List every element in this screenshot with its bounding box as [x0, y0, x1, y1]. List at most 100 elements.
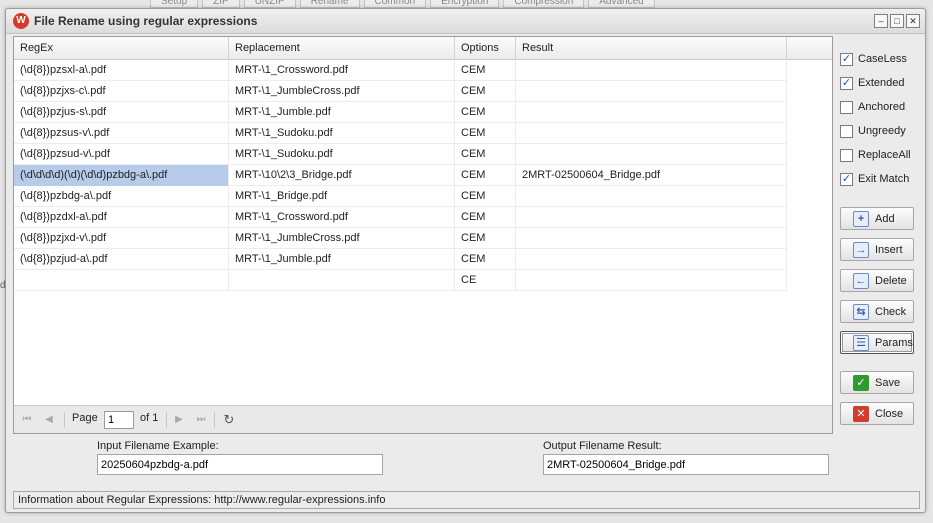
table-row[interactable]: (\d{8})pzsud-v\.pdf MRT-\1_Sudoku.pdf CEM — [14, 144, 787, 165]
cell-options[interactable]: CEM — [455, 144, 516, 165]
pager-divider — [214, 412, 215, 428]
cell-replacement[interactable]: MRT-\1_Sudoku.pdf — [229, 144, 455, 165]
checkmark-icon: ✓ — [853, 374, 869, 391]
page-number-input[interactable] — [104, 411, 134, 429]
replaceall-checkbox[interactable]: ReplaceAll — [840, 143, 911, 167]
cell-regex[interactable]: (\d{8})pzdxl-a\.pdf — [14, 207, 229, 228]
check-button[interactable]: ⇆ Check — [840, 300, 914, 323]
refresh-icon[interactable]: ↻ — [222, 412, 236, 428]
rename-dialog: W File Rename using regular expressions … — [5, 8, 926, 513]
table-row[interactable]: (\d{8})pzjud-a\.pdf MRT-\1_Jumble.pdf CEM — [14, 249, 787, 270]
add-button[interactable]: + Add — [840, 207, 914, 230]
insert-button[interactable]: → Insert — [840, 238, 914, 261]
cell-result[interactable] — [516, 207, 787, 228]
close-window-icon[interactable]: ✕ — [906, 14, 920, 28]
title-bar[interactable]: W File Rename using regular expressions … — [6, 9, 925, 34]
cell-result[interactable] — [516, 228, 787, 249]
next-page-icon[interactable]: ▶ — [172, 412, 186, 428]
cell-regex[interactable] — [14, 270, 229, 291]
table-row[interactable]: CE — [14, 270, 787, 291]
pager-divider — [166, 412, 167, 428]
cell-regex[interactable]: (\d\d\d\d)(\d)(\d\d)pzbdg-a\.pdf — [14, 165, 229, 186]
cell-replacement[interactable]: MRT-\1_JumbleCross.pdf — [229, 81, 455, 102]
cell-regex[interactable]: (\d{8})pzjus-s\.pdf — [14, 102, 229, 123]
minimize-icon[interactable]: – — [874, 14, 888, 28]
cell-result[interactable] — [516, 270, 787, 291]
cell-regex[interactable]: (\d{8})pzjud-a\.pdf — [14, 249, 229, 270]
cell-result[interactable] — [516, 144, 787, 165]
table-row[interactable]: (\d\d\d\d)(\d)(\d\d)pzbdg-a\.pdf MRT-\10\… — [14, 165, 787, 186]
cell-result[interactable] — [516, 123, 787, 144]
close-button[interactable]: ✕ Close — [840, 402, 914, 425]
column-header-result[interactable]: Result — [516, 37, 787, 60]
caseless-checkbox[interactable]: ✓ CaseLess — [840, 47, 911, 71]
cell-replacement[interactable]: MRT-\1_Crossword.pdf — [229, 60, 455, 81]
dialog-title: File Rename using regular expressions — [34, 14, 258, 28]
anchored-checkbox[interactable]: Anchored — [840, 95, 911, 119]
cell-replacement[interactable]: MRT-\1_Crossword.pdf — [229, 207, 455, 228]
cell-replacement[interactable]: MRT-\10\2\3_Bridge.pdf — [229, 165, 455, 186]
close-x-icon: ✕ — [853, 405, 869, 422]
column-header-options[interactable]: Options — [455, 37, 516, 60]
cell-regex[interactable]: (\d{8})pzbdg-a\.pdf — [14, 186, 229, 207]
table-row[interactable]: (\d{8})pzsus-v\.pdf MRT-\1_Sudoku.pdf CEM — [14, 123, 787, 144]
bg-tab: UNZIP — [243, 0, 296, 8]
bg-tab: Encryption — [430, 0, 500, 8]
maximize-icon[interactable]: □ — [890, 14, 904, 28]
cell-replacement[interactable]: MRT-\1_Jumble.pdf — [229, 249, 455, 270]
cell-replacement[interactable] — [229, 270, 455, 291]
cell-result[interactable]: 2MRT-02500604_Bridge.pdf — [516, 165, 787, 186]
save-button[interactable]: ✓ Save — [840, 371, 914, 394]
cell-regex[interactable]: (\d{8})pzsud-v\.pdf — [14, 144, 229, 165]
params-icon: ☰ — [853, 334, 869, 351]
cell-options[interactable]: CEM — [455, 228, 516, 249]
cell-result[interactable] — [516, 249, 787, 270]
cell-options[interactable]: CEM — [455, 60, 516, 81]
table-row[interactable]: (\d{8})pzbdg-a\.pdf MRT-\1_Bridge.pdf CEM — [14, 186, 787, 207]
cell-result[interactable] — [516, 186, 787, 207]
table-row[interactable]: (\d{8})pzdxl-a\.pdf MRT-\1_Crossword.pdf C… — [14, 207, 787, 228]
cell-options[interactable]: CEM — [455, 81, 516, 102]
cell-regex[interactable]: (\d{8})pzjxs-c\.pdf — [14, 81, 229, 102]
input-filename-field[interactable] — [97, 454, 383, 475]
first-page-icon[interactable]: ⏮ — [20, 412, 34, 428]
cell-result[interactable] — [516, 102, 787, 123]
app-logo-icon: W — [13, 13, 29, 29]
cell-result[interactable] — [516, 60, 787, 81]
prev-page-icon[interactable]: ◀ — [42, 412, 56, 428]
params-button[interactable]: ☰ Params — [840, 331, 914, 354]
cell-options[interactable]: CEM — [455, 249, 516, 270]
cell-options[interactable]: CEM — [455, 123, 516, 144]
cell-regex[interactable]: (\d{8})pzjxd-v\.pdf — [14, 228, 229, 249]
table-row[interactable]: (\d{8})pzsxl-a\.pdf MRT-\1_Crossword.pdf C… — [14, 60, 787, 81]
cell-options[interactable]: CEM — [455, 207, 516, 228]
cell-replacement[interactable]: MRT-\1_Sudoku.pdf — [229, 123, 455, 144]
page-label: Page — [72, 412, 98, 424]
output-filename-label: Output Filename Result: — [543, 440, 662, 452]
table-row[interactable]: (\d{8})pzjxs-c\.pdf MRT-\1_JumbleCross.pd… — [14, 81, 787, 102]
ungreedy-checkbox[interactable]: Ungreedy — [840, 119, 911, 143]
column-header-regex[interactable]: RegEx — [14, 37, 229, 60]
exit-match-checkbox[interactable]: ✓ Exit Match — [840, 167, 911, 191]
output-filename-field[interactable] — [543, 454, 829, 475]
cell-replacement[interactable]: MRT-\1_JumbleCross.pdf — [229, 228, 455, 249]
cell-replacement[interactable]: MRT-\1_Jumble.pdf — [229, 102, 455, 123]
table-row[interactable]: (\d{8})pzjus-s\.pdf MRT-\1_Jumble.pdf CEM — [14, 102, 787, 123]
cell-options[interactable]: CE — [455, 270, 516, 291]
extended-checkbox[interactable]: ✓ Extended — [840, 71, 911, 95]
last-page-icon[interactable]: ⏭ — [194, 412, 208, 428]
pager-divider — [64, 412, 65, 428]
column-header-replacement[interactable]: Replacement — [229, 37, 455, 60]
delete-button[interactable]: ← Delete — [840, 269, 914, 292]
bg-tab: Rename — [299, 0, 360, 8]
cell-options[interactable]: CEM — [455, 102, 516, 123]
cell-result[interactable] — [516, 81, 787, 102]
cell-regex[interactable]: (\d{8})pzsus-v\.pdf — [14, 123, 229, 144]
cell-regex[interactable]: (\d{8})pzsxl-a\.pdf — [14, 60, 229, 81]
table-row[interactable]: (\d{8})pzjxd-v\.pdf MRT-\1_JumbleCross.pd… — [14, 228, 787, 249]
cell-options[interactable]: CEM — [455, 165, 516, 186]
cell-replacement[interactable]: MRT-\1_Bridge.pdf — [229, 186, 455, 207]
checkbox-icon — [840, 124, 853, 138]
cell-options[interactable]: CEM — [455, 186, 516, 207]
delete-row-icon: ← — [853, 272, 869, 289]
